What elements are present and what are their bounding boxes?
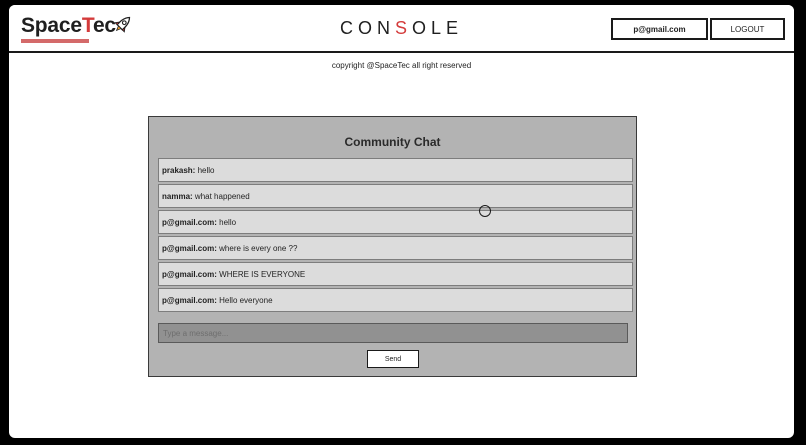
message-author: p@gmail.com: [162,295,217,305]
message-author: p@gmail.com: [162,217,217,227]
console-title-part2: OLE [411,18,464,38]
chat-message: namma: what happened [158,184,633,208]
message-text: WHERE IS EVERYONE [219,269,306,279]
console-title-part1: CON [339,18,395,38]
console-title-accent: S [394,18,412,38]
message-author: p@gmail.com: [162,269,217,279]
message-text: what happened [194,191,250,201]
message-text: where is every one ?? [219,243,298,253]
logout-button[interactable]: LOGOUT [710,18,785,40]
logo-underline [21,39,89,43]
message-author: prakash: [162,165,196,175]
chat-message: p@gmail.com: hello [158,210,633,234]
message-text: hello [197,165,215,175]
top-header: SpaceTec CONSOLE p@gmail.com LOGOUT [9,5,794,53]
community-chat-panel: Community Chat prakash: hello namma: wha… [148,116,637,377]
chat-message: p@gmail.com: where is every one ?? [158,236,633,260]
message-author: namma: [162,191,193,201]
chat-message: prakash: hello [158,158,633,182]
message-input[interactable] [158,323,628,343]
send-button[interactable]: Send [367,350,419,368]
copyright-text: copyright @SpaceTec all right reserved [331,61,472,70]
mouse-cursor [479,205,491,217]
user-email-button[interactable]: p@gmail.com [611,18,708,40]
message-author: p@gmail.com: [162,243,217,253]
message-text: hello [219,217,237,227]
message-text: Hello everyone [219,295,273,305]
chat-message: p@gmail.com: WHERE IS EVERYONE [158,262,633,286]
chat-title: Community Chat [344,135,441,149]
chat-message: p@gmail.com: Hello everyone [158,288,633,312]
app-window: SpaceTec CONSOLE p@gmail.com LOGOUT copy… [9,5,794,438]
